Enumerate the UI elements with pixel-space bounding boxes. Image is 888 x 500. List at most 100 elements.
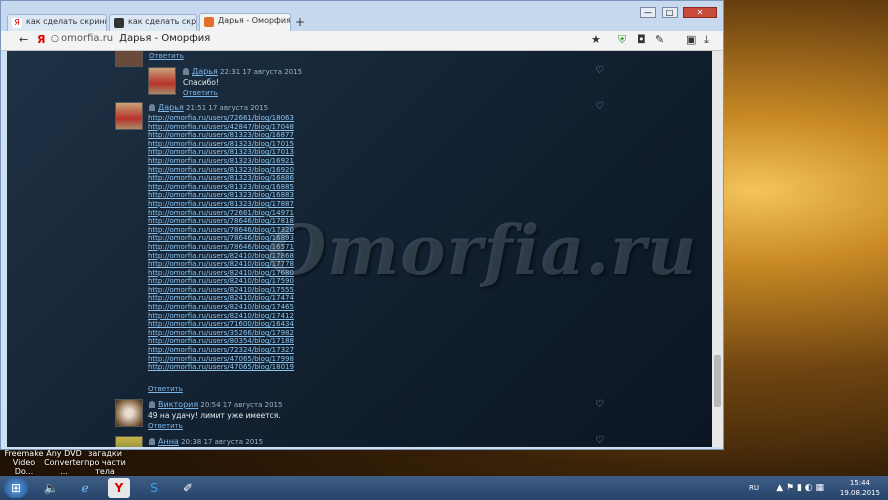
tab-2[interactable]: как сделать скринш <box>109 14 197 31</box>
taskbar: ⊞ 🔈 ℯ Y S ✐ RU ▲ ⚑ ▮ ◐ ▦ 15:44 19.08.201… <box>0 476 888 500</box>
user-icon <box>183 68 189 75</box>
blog-link[interactable]: http://omorfia.ru/users/78646/blog/16571 <box>148 243 294 252</box>
address-url: omorfia.ru <box>61 33 114 44</box>
blog-link[interactable]: http://omorfia.ru/users/81323/blog/16886 <box>148 174 294 183</box>
volume-icon[interactable]: 🔈 <box>40 478 62 498</box>
reply-link[interactable]: Ответить <box>183 89 218 97</box>
blog-link[interactable]: http://omorfia.ru/users/81323/blog/16921 <box>148 157 294 166</box>
new-tab-button[interactable]: + <box>295 15 305 29</box>
adblock-shield-icon[interactable]: ⛨ <box>618 33 626 47</box>
back-icon[interactable]: ← <box>19 33 28 46</box>
avatar-viktoria[interactable] <box>115 399 143 427</box>
blog-link[interactable]: http://omorfia.ru/users/78646/blog/17320 <box>148 226 294 235</box>
comment-text: 49 на удачу! лимит уже имеется. <box>148 411 281 420</box>
comment-text: Спасибо! <box>183 78 219 87</box>
desktop-icon-label: загадки про части тела <box>84 449 126 476</box>
blog-link[interactable]: http://omorfia.ru/users/82410/blog/17555 <box>148 286 294 295</box>
blog-link[interactable]: http://omorfia.ru/users/81323/blog/16877 <box>148 131 294 140</box>
paint-icon[interactable]: ✐ <box>177 478 199 498</box>
comment-meta: Дарья 21:51 17 августа 2015 <box>149 103 268 112</box>
comment-author[interactable]: Дарья <box>158 103 184 112</box>
blog-link[interactable]: http://omorfia.ru/users/82410/blog/17412 <box>148 312 294 321</box>
clock-time[interactable]: 15:44 <box>850 479 870 487</box>
comment-meta: Дарья 22:31 17 августа 2015 <box>183 67 302 76</box>
blog-link[interactable]: http://omorfia.ru/users/82410/blog/17465 <box>148 303 294 312</box>
navigation-bar: ← Я ○ omorfia.ru Дарья - Оморфия ★ ⛨ ◘ ✎ … <box>1 31 723 51</box>
tab-1[interactable]: Я как сделать скринш <box>7 14 107 31</box>
blog-link[interactable]: http://omorfia.ru/users/82410/blog/17868 <box>148 252 294 261</box>
blog-link[interactable]: http://omorfia.ru/users/82410/blog/17778 <box>148 260 294 269</box>
blog-link[interactable]: http://omorfia.ru/users/82410/blog/17590 <box>148 277 294 286</box>
blog-link[interactable]: http://omorfia.ru/users/47065/blog/17998 <box>148 355 294 364</box>
tab-active[interactable]: Дарья - Оморфия <box>199 13 291 31</box>
blog-link[interactable]: http://omorfia.ru/users/82410/blog/17474 <box>148 294 294 303</box>
comment-date: 20:38 17 августа 2015 <box>181 438 264 446</box>
browser-window: Я как сделать скринш как сделать скринш … <box>0 0 724 450</box>
bookmark-star-icon[interactable]: ★ <box>591 33 601 46</box>
tray-icons[interactable]: ▲ ⚑ ▮ ◐ ▦ <box>776 483 824 493</box>
blog-link[interactable]: http://omorfia.ru/users/35266/blog/17982 <box>148 329 294 338</box>
like-heart-icon[interactable]: ♡ <box>595 435 604 446</box>
tab-label: Дарья - Оморфия <box>218 16 291 25</box>
desktop-icon-anydvd[interactable]: Any DVD Converter ... <box>44 449 84 476</box>
minimize-button[interactable]: — <box>640 7 656 18</box>
tab-label: как сделать скринш <box>26 17 107 26</box>
address-page-title: Дарья - Оморфия <box>119 33 211 44</box>
blog-link[interactable]: http://omorfia.ru/users/82410/blog/17680 <box>148 269 294 278</box>
comment-meta: Виктория 20:54 17 августа 2015 <box>149 400 282 409</box>
blog-link[interactable]: http://omorfia.ru/users/81323/blog/17887 <box>148 200 294 209</box>
avatar-anna[interactable] <box>115 436 143 447</box>
avatar-darya[interactable] <box>115 102 143 130</box>
desktop-icon-riddles[interactable]: загадки про части тела <box>84 449 126 476</box>
blog-link[interactable]: http://omorfia.ru/users/78646/blog/17818 <box>148 217 294 226</box>
close-button[interactable]: ✕ <box>683 7 717 18</box>
like-heart-icon[interactable]: ♡ <box>595 101 604 112</box>
blog-link[interactable]: http://omorfia.ru/users/81323/blog/16885 <box>148 183 294 192</box>
pocket-icon[interactable]: ◘ <box>637 33 646 46</box>
comment-author[interactable]: Дарья <box>192 67 218 76</box>
yandex-logo-icon[interactable]: Я <box>37 33 45 46</box>
blog-link[interactable]: http://omorfia.ru/users/72661/blog/18063 <box>148 114 294 123</box>
yandex-icon: Я <box>12 18 22 28</box>
blog-link[interactable]: http://omorfia.ru/users/72661/blog/14971 <box>148 209 294 218</box>
screenshot-icon[interactable]: ▣ <box>686 33 696 46</box>
blog-link[interactable]: http://omorfia.ru/users/71600/blog/16434 <box>148 320 294 329</box>
blog-link[interactable]: http://omorfia.ru/users/42847/blog/17048 <box>148 123 294 132</box>
blog-link[interactable]: http://omorfia.ru/users/81323/blog/16920 <box>148 166 294 175</box>
blog-link[interactable]: http://omorfia.ru/users/80354/blog/17188 <box>148 337 294 346</box>
blog-link[interactable]: http://omorfia.ru/users/47065/blog/18019 <box>148 363 294 372</box>
language-indicator[interactable]: RU <box>749 484 759 492</box>
reply-link[interactable]: Ответить <box>148 422 183 430</box>
address-bar[interactable]: omorfia.ru Дарья - Оморфия <box>61 33 210 44</box>
comment-meta: Анна 20:38 17 августа 2015 <box>149 437 263 446</box>
page-content: Omorfia.ru Ответить Дарья 22:31 17 авгус… <box>7 51 712 447</box>
blog-link[interactable]: http://omorfia.ru/users/81323/blog/17015 <box>148 140 294 149</box>
blog-link[interactable]: http://omorfia.ru/users/81323/blog/16883 <box>148 191 294 200</box>
avatar[interactable] <box>115 51 143 67</box>
extension-icon[interactable]: ✎ <box>655 33 664 46</box>
download-icon[interactable]: ⤓ <box>704 33 709 47</box>
scrollbar[interactable] <box>712 51 723 447</box>
reply-link[interactable]: Ответить <box>149 52 184 60</box>
comment-author[interactable]: Виктория <box>158 400 198 409</box>
start-button[interactable]: ⊞ <box>4 478 28 498</box>
avatar-darya[interactable] <box>148 67 176 95</box>
omorfia-icon <box>204 17 214 27</box>
comment-author[interactable]: Анна <box>158 437 179 446</box>
skype-icon[interactable]: S <box>143 478 165 498</box>
reply-link[interactable]: Ответить <box>148 385 183 393</box>
clock-date[interactable]: 19.08.2015 <box>840 489 880 497</box>
desktop-icon-freemake[interactable]: Freemake Video Do... <box>4 449 44 476</box>
maximize-button[interactable]: □ <box>661 7 678 18</box>
like-heart-icon[interactable]: ♡ <box>595 65 604 76</box>
ie-icon[interactable]: ℯ <box>74 478 96 498</box>
blog-link[interactable]: http://omorfia.ru/users/72324/blog/17327 <box>148 346 294 355</box>
site-info-icon[interactable]: ○ <box>51 34 59 44</box>
link-list: http://omorfia.ru/users/72661/blog/18063… <box>148 114 294 372</box>
comment-date: 20:54 17 августа 2015 <box>200 401 283 409</box>
yandex-browser-icon[interactable]: Y <box>108 478 130 498</box>
like-heart-icon[interactable]: ♡ <box>595 399 604 410</box>
scrollbar-thumb[interactable] <box>714 355 721 407</box>
blog-link[interactable]: http://omorfia.ru/users/81323/blog/17013 <box>148 148 294 157</box>
blog-link[interactable]: http://omorfia.ru/users/78646/blog/16893 <box>148 234 294 243</box>
